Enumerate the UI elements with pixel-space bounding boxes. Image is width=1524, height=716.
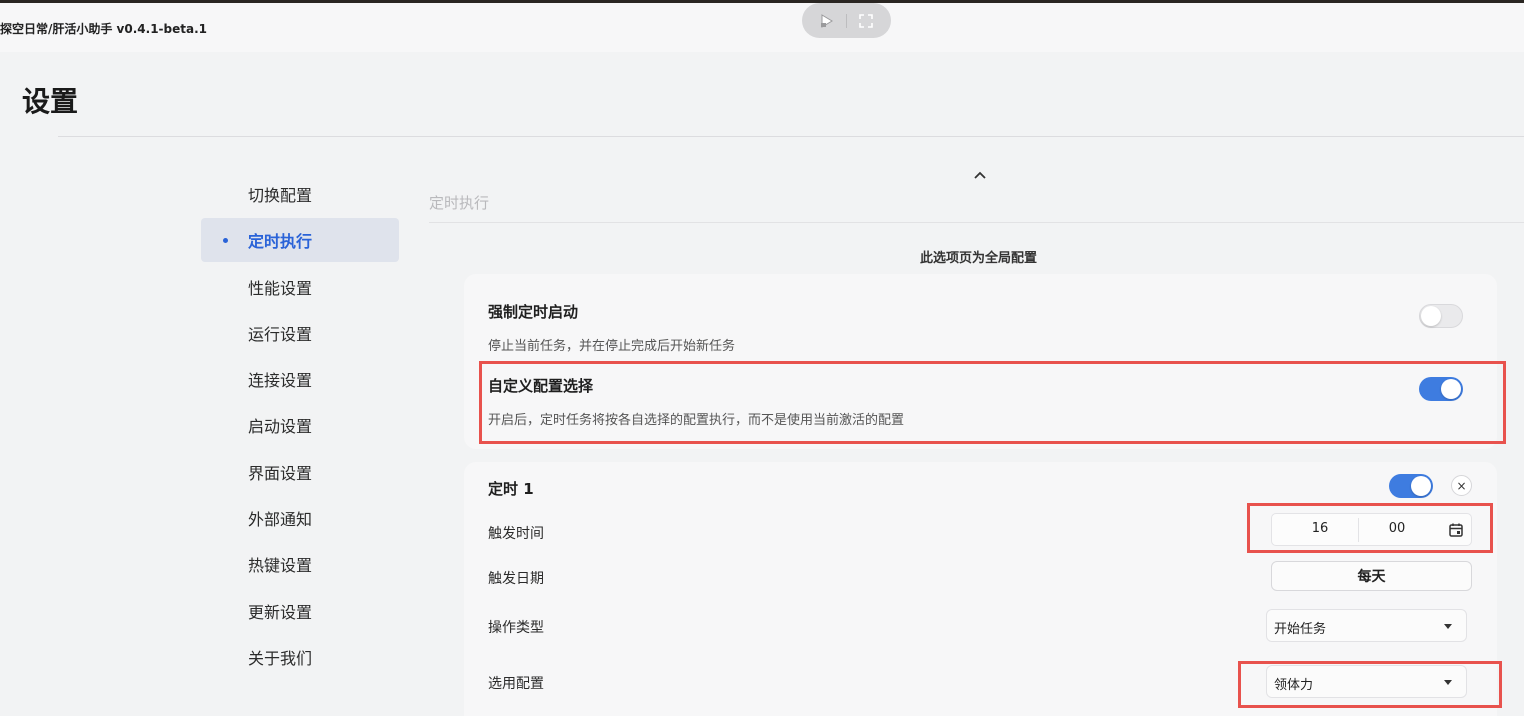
- timer-toggle[interactable]: [1389, 474, 1433, 498]
- sidebar-item-startup[interactable]: 启动设置: [201, 403, 399, 447]
- title-divider: [58, 136, 1524, 137]
- toggle-knob: [1411, 476, 1431, 496]
- cast-icon[interactable]: [818, 12, 836, 30]
- remove-timer-button[interactable]: ×: [1451, 475, 1472, 496]
- section-divider: [429, 222, 1524, 223]
- section-title: 定时执行: [429, 194, 490, 212]
- trigger-date-button[interactable]: 每天: [1271, 561, 1472, 591]
- highlight-config-select: [1238, 661, 1502, 708]
- sidebar-item-interface[interactable]: 界面设置: [201, 450, 399, 494]
- sidebar-item-performance[interactable]: 性能设置: [201, 265, 399, 309]
- trigger-date-label: 触发日期: [488, 571, 544, 587]
- app-title: 探空日常/肝活小助手 v0.4.1-beta.1: [0, 22, 208, 36]
- config-select-label: 选用配置: [488, 676, 544, 692]
- global-config-note: 此选项页为全局配置: [920, 251, 1038, 266]
- toggle-knob: [1421, 306, 1441, 326]
- caret-down-icon: [1444, 624, 1452, 629]
- floating-toolbar: [802, 3, 891, 38]
- chevron-up-icon[interactable]: [972, 168, 988, 182]
- sidebar-item-run[interactable]: 运行设置: [201, 311, 399, 355]
- sidebar-item-scheduled-run[interactable]: 定时执行: [201, 218, 399, 263]
- close-icon: ×: [1456, 478, 1467, 493]
- settings-sidebar: 切换配置 定时执行 性能设置 运行设置 连接设置 启动设置 界面设置 外部通知 …: [201, 172, 399, 681]
- title-bar: 探空日常/肝活小助手 v0.4.1-beta.1: [0, 3, 1524, 52]
- sidebar-item-connection[interactable]: 连接设置: [201, 357, 399, 401]
- timer-label: 定时 1: [488, 480, 534, 498]
- sidebar-item-switch-config[interactable]: 切换配置: [201, 172, 399, 216]
- force-start-toggle[interactable]: [1419, 304, 1463, 328]
- action-type-label: 操作类型: [488, 620, 544, 636]
- fullscreen-icon[interactable]: [857, 12, 875, 30]
- force-start-label: 强制定时启动: [488, 303, 579, 321]
- force-start-desc: 停止当前任务，并在停止完成后开始新任务: [488, 339, 736, 354]
- toolbar-separator: [846, 13, 847, 28]
- action-type-select[interactable]: 开始任务: [1266, 609, 1467, 642]
- page-title: 设置: [22, 85, 79, 118]
- sidebar-item-notification[interactable]: 外部通知: [201, 496, 399, 540]
- sidebar-item-update[interactable]: 更新设置: [201, 589, 399, 633]
- highlight-trigger-time: [1247, 503, 1493, 553]
- highlight-custom-config: [479, 361, 1506, 444]
- sidebar-item-about[interactable]: 关于我们: [201, 635, 399, 679]
- trigger-time-label: 触发时间: [488, 526, 544, 542]
- sidebar-item-hotkey[interactable]: 热键设置: [201, 542, 399, 586]
